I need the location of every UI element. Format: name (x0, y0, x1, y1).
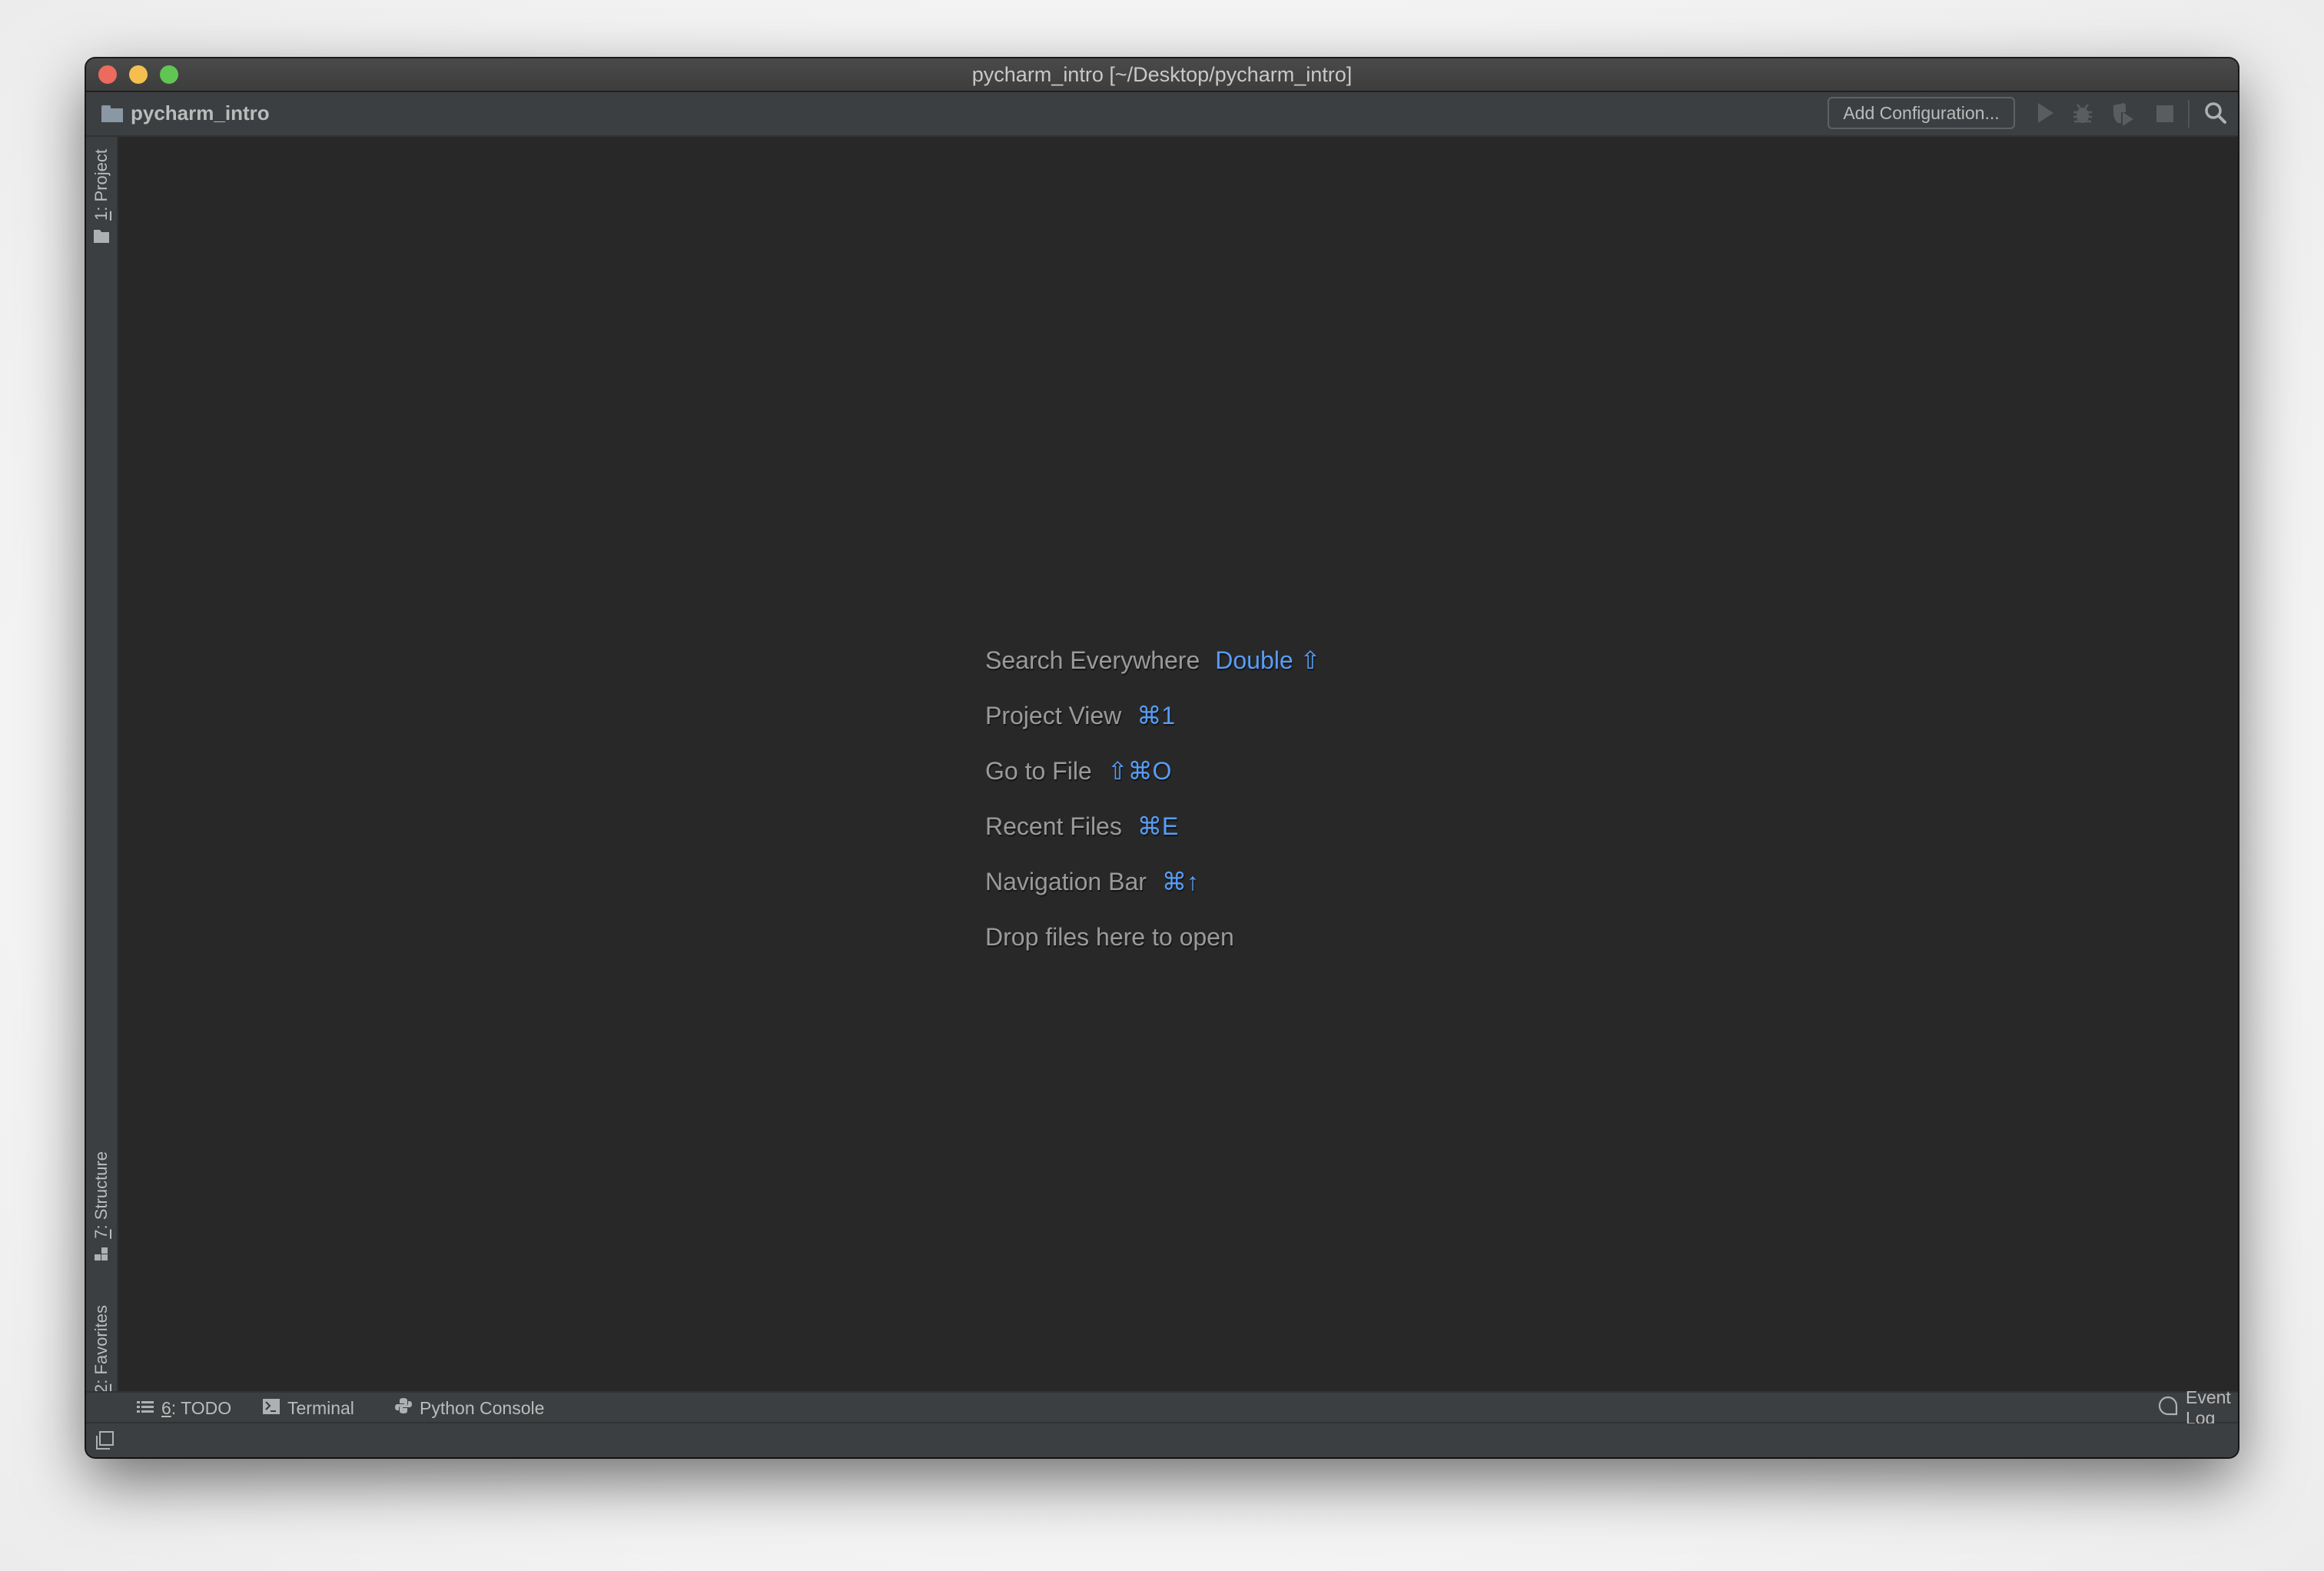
close-window-button[interactable] (98, 65, 117, 84)
list-icon (137, 1398, 154, 1419)
tool-tab-terminal[interactable]: Terminal (263, 1397, 354, 1419)
python-icon (395, 1397, 412, 1419)
minimize-window-button[interactable] (129, 65, 148, 84)
shortcut-keys: ⌘↑ (1161, 868, 1199, 895)
stop-icon[interactable] (2156, 105, 2173, 122)
hint-go-to-file: Go to File ⇧⌘O (985, 756, 1172, 786)
tool-tab-favorites-label: 2: Favorites (91, 1305, 111, 1393)
bottom-tool-window-bar: 6: TODO Terminal Python Console Event Lo… (86, 1387, 2238, 1428)
run-with-coverage-icon[interactable] (2112, 103, 2136, 130)
tool-tab-event-log[interactable]: Event Log (2158, 1387, 2238, 1428)
maximize-window-button[interactable] (160, 65, 178, 84)
hint-navigation-bar: Navigation Bar ⌘↑ (985, 867, 1199, 896)
toggle-tool-windows-icon[interactable] (95, 1431, 114, 1453)
tool-tab-todo[interactable]: 6: TODO (137, 1397, 231, 1419)
shortcut-keys: ⌘E (1137, 812, 1179, 840)
navigation-toolbar: pycharm_intro Add Configuration... (86, 92, 2238, 137)
shortcut-keys: ⌘1 (1137, 702, 1176, 729)
status-bar (86, 1423, 2238, 1457)
pycharm-window: pycharm_intro [~/Desktop/pycharm_intro] … (86, 58, 2238, 1457)
todo-label: 6: TODO (161, 1397, 232, 1418)
terminal-icon (263, 1398, 280, 1419)
shortcut-keys: ⇧⌘O (1107, 757, 1172, 785)
editor-hints: Search Everywhere Double ⇧ Project View … (985, 633, 1320, 965)
title-bar: pycharm_intro [~/Desktop/pycharm_intro] (86, 58, 2238, 92)
structure-icon (94, 1247, 109, 1266)
run-icon[interactable] (2038, 103, 2053, 123)
editor-empty-area[interactable]: Search Everywhere Double ⇧ Project View … (118, 137, 2238, 1391)
python-console-label: Python Console (420, 1397, 545, 1418)
hint-drop-files: Drop files here to open (985, 922, 1234, 951)
project-breadcrumb[interactable]: pycharm_intro (101, 101, 270, 125)
shortcut-keys: Double ⇧ (1215, 646, 1321, 674)
tool-tab-structure[interactable]: 7: Structure (86, 1151, 117, 1266)
speech-bubble-icon (2158, 1396, 2178, 1420)
folder-icon (101, 105, 123, 122)
hint-project-view: Project View ⌘1 (985, 701, 1176, 730)
window-title: pycharm_intro [~/Desktop/pycharm_intro] (971, 62, 1353, 86)
debug-icon[interactable] (2073, 103, 2093, 128)
tool-tab-python-console[interactable]: Python Console (395, 1397, 544, 1419)
terminal-label: Terminal (287, 1397, 354, 1418)
search-icon[interactable] (2204, 101, 2227, 128)
project-name: pycharm_intro (131, 101, 270, 125)
hint-search-everywhere: Search Everywhere Double ⇧ (985, 646, 1321, 675)
tool-tab-structure-label: 7: Structure (91, 1151, 111, 1239)
toolbar-separator (2188, 100, 2190, 128)
folder-icon (93, 228, 110, 247)
tool-tab-project-label: 1: Project (91, 149, 111, 221)
left-tool-window-bar: 1: Project 7: Structure 2: Favorites (86, 137, 118, 1420)
tool-tab-project[interactable]: 1: Project (86, 149, 117, 247)
hint-recent-files: Recent Files ⌘E (985, 812, 1179, 841)
add-configuration-button[interactable]: Add Configuration... (1828, 97, 2015, 129)
event-log-label: Event Log (2186, 1387, 2231, 1428)
